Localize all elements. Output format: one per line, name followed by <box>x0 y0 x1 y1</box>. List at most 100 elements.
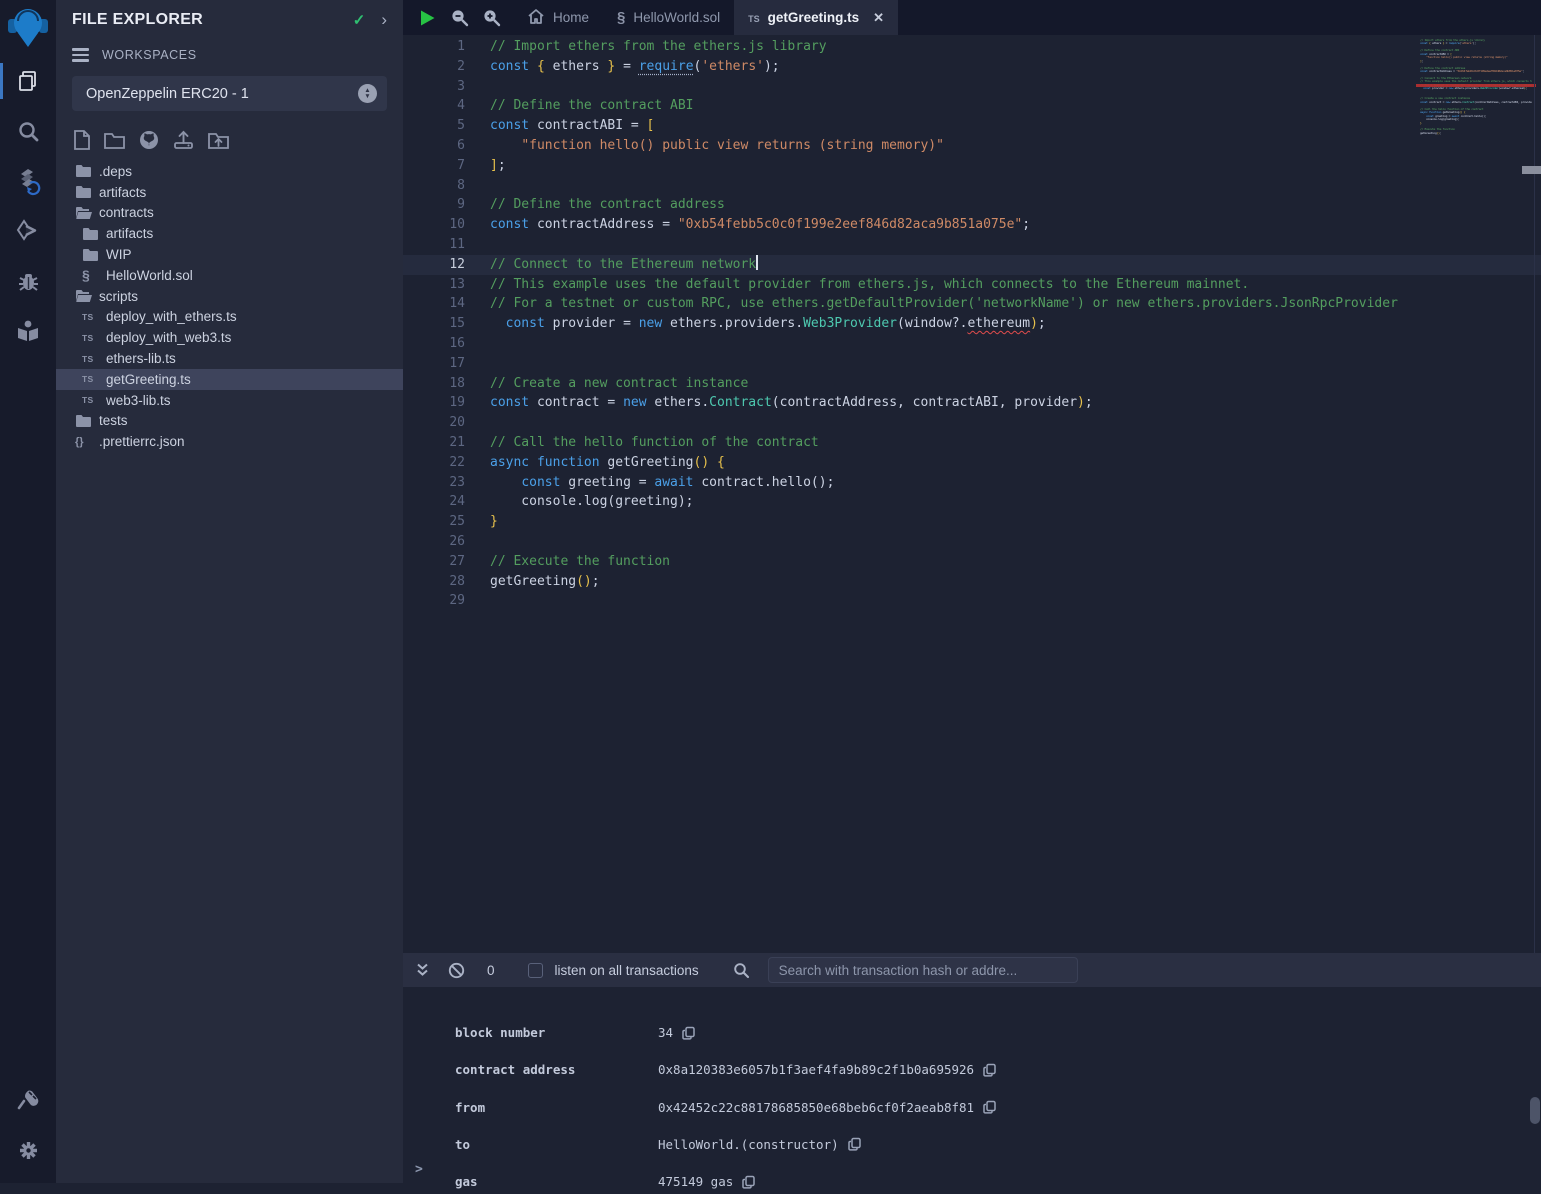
tab-getgreeting-ts[interactable]: TSgetGreeting.ts✕ <box>734 0 898 35</box>
line-number: 28 <box>403 572 465 592</box>
workspace-select[interactable]: OpenZeppelin ERC20 - 1 ▲▼ <box>72 76 387 111</box>
code-text: const contractAddress = "0xb54febb5c0c0f… <box>490 215 1030 235</box>
copy-icon[interactable] <box>742 1175 755 1189</box>
terminal-search-input[interactable] <box>768 957 1078 983</box>
tree-item--deps[interactable]: .deps <box>56 161 403 182</box>
tree-item-artifacts[interactable]: artifacts <box>56 223 403 244</box>
detail-value: 0x42452c22c88178685850e68beb6cf0f2aeab8f… <box>658 1100 996 1115</box>
code-line-27: 27// Execute the function <box>403 552 1541 572</box>
transaction-detail-row: contract address0x8a120383e6057b1f3aef4f… <box>403 1062 1541 1082</box>
code-text: getGreeting(); <box>490 572 600 592</box>
tab-bar: Home§HelloWorld.solTSgetGreeting.ts✕ <box>403 0 1541 35</box>
listen-all-transactions-checkbox[interactable] <box>528 963 543 978</box>
detail-value: HelloWorld.(constructor) <box>658 1137 861 1152</box>
new-folder-icon[interactable] <box>103 130 126 150</box>
line-number: 5 <box>403 116 465 136</box>
json-icon: {} <box>75 436 99 448</box>
copy-icon[interactable] <box>682 1026 695 1040</box>
tree-item-deploy-with-ethers-ts[interactable]: TSdeploy_with_ethers.ts <box>56 307 403 328</box>
code-text: const contract = new ethers.Contract(con… <box>490 393 1093 413</box>
detail-value-text: 0x42452c22c88178685850e68beb6cf0f2aeab8f… <box>658 1100 974 1115</box>
detail-label: to <box>455 1137 470 1152</box>
tab-helloworld-sol[interactable]: §HelloWorld.sol <box>603 0 734 35</box>
minimap[interactable]: // Import ethers from the ethers.js libr… <box>1420 39 1532 139</box>
tree-item-scripts[interactable]: scripts <box>56 286 403 307</box>
activity-bar-bottom <box>0 1075 56 1183</box>
plugin-manager-icon[interactable] <box>0 1075 56 1125</box>
deploy-run-icon[interactable] <box>0 206 56 256</box>
solidity-compiler-icon[interactable] <box>0 156 56 206</box>
zoom-in-icon[interactable] <box>475 0 507 35</box>
file-explorer-header: FILE EXPLORER ✓ › <box>56 0 403 34</box>
minimap-scroll-handle[interactable] <box>1522 166 1541 174</box>
transaction-detail-row: to HelloWorld.(constructor) <box>403 1137 1541 1157</box>
terminal-scrollbar-thumb[interactable] <box>1530 1097 1540 1124</box>
check-icon[interactable]: ✓ <box>353 11 366 29</box>
tree-item-helloworld-sol[interactable]: §HelloWorld.sol <box>56 265 403 286</box>
detail-label: block number <box>455 1025 545 1040</box>
copy-icon[interactable] <box>848 1137 861 1151</box>
file-explorer-icon[interactable] <box>0 56 56 106</box>
zoom-out-icon[interactable] <box>443 0 475 35</box>
tree-item-artifacts[interactable]: artifacts <box>56 182 403 203</box>
chevron-right-icon[interactable]: › <box>381 10 387 30</box>
activity-bar <box>0 0 56 1183</box>
code-line-17: 17 <box>403 354 1541 374</box>
tree-item-wip[interactable]: WIP <box>56 244 403 265</box>
code-line-28: 28 getGreeting(); <box>403 572 1541 592</box>
tree-item-ethers-lib-ts[interactable]: TSethers-lib.ts <box>56 348 403 369</box>
learneth-icon[interactable] <box>0 306 56 356</box>
line-number: 22 <box>403 453 465 473</box>
tree-item-label: scripts <box>99 289 138 304</box>
tree-item-label: getGreeting.ts <box>106 372 191 387</box>
run-script-button[interactable] <box>411 0 443 35</box>
tree-item-label: tests <box>99 413 128 428</box>
close-tab-icon[interactable]: ✕ <box>873 10 884 26</box>
settings-icon[interactable] <box>0 1125 56 1175</box>
tree-item-web3-lib-ts[interactable]: TSweb3-lib.ts <box>56 390 403 411</box>
detail-value-text: 475149 gas <box>658 1174 733 1189</box>
new-file-icon[interactable] <box>72 129 91 151</box>
line-number: 8 <box>403 176 465 196</box>
line-number: 20 <box>403 413 465 433</box>
copy-icon[interactable] <box>983 1100 996 1114</box>
transaction-detail-row: gas475149 gas <box>403 1174 1541 1194</box>
code-text: // Create a new contract instance <box>490 374 748 394</box>
upload-file-icon[interactable] <box>172 129 195 151</box>
code-line-21: 21// Call the hello function of the cont… <box>403 433 1541 453</box>
code-line-5: 5const contractABI = [ <box>403 116 1541 136</box>
tree-item-label: .prettierrc.json <box>99 434 185 449</box>
tree-item--prettierrc-json[interactable]: {}.prettierrc.json <box>56 431 403 452</box>
remix-logo-icon[interactable] <box>0 0 56 56</box>
tree-item-label: artifacts <box>106 226 153 241</box>
ts-icon: TS <box>82 354 106 364</box>
tree-item-label: deploy_with_web3.ts <box>106 330 231 345</box>
search-icon[interactable] <box>0 106 56 156</box>
code-text: // Define the contract ABI <box>490 96 694 116</box>
code-line-6: 6 "function hello() public view returns … <box>403 136 1541 156</box>
clone-github-icon[interactable] <box>138 129 160 151</box>
upload-folder-icon[interactable] <box>207 130 230 150</box>
line-number: 7 <box>403 156 465 176</box>
debugger-icon[interactable] <box>0 256 56 306</box>
code-line-10: 10const contractAddress = "0xb54febb5c0c… <box>403 215 1541 235</box>
code-text: const provider = new ethers.providers.We… <box>490 314 1046 334</box>
workspaces-row: WORKSPACES <box>56 34 403 66</box>
expand-terminal-icon[interactable] <box>415 962 430 978</box>
detail-value: 0x8a120383e6057b1f3aef4fa9b89c2f1b0a6959… <box>658 1062 996 1077</box>
terminal-prompt[interactable]: > <box>415 1162 423 1177</box>
workspaces-menu-icon[interactable] <box>72 48 89 62</box>
clear-console-icon[interactable] <box>448 962 465 979</box>
minimap-line <box>1420 135 1532 138</box>
tree-item-getgreeting-ts[interactable]: TSgetGreeting.ts <box>56 369 403 390</box>
code-text: ]; <box>490 156 506 176</box>
code-line-25: 25} <box>403 512 1541 532</box>
detail-value-text: HelloWorld.(constructor) <box>658 1137 839 1152</box>
tree-item-contracts[interactable]: contracts <box>56 203 403 224</box>
tree-item-tests[interactable]: tests <box>56 411 403 432</box>
code-editor[interactable]: 1// Import ethers from the ethers.js lib… <box>403 35 1541 953</box>
tab-home[interactable]: Home <box>513 0 603 35</box>
tree-item-deploy-with-web3-ts[interactable]: TSdeploy_with_web3.ts <box>56 327 403 348</box>
copy-icon[interactable] <box>983 1063 996 1077</box>
code-line-26: 26 <box>403 532 1541 552</box>
